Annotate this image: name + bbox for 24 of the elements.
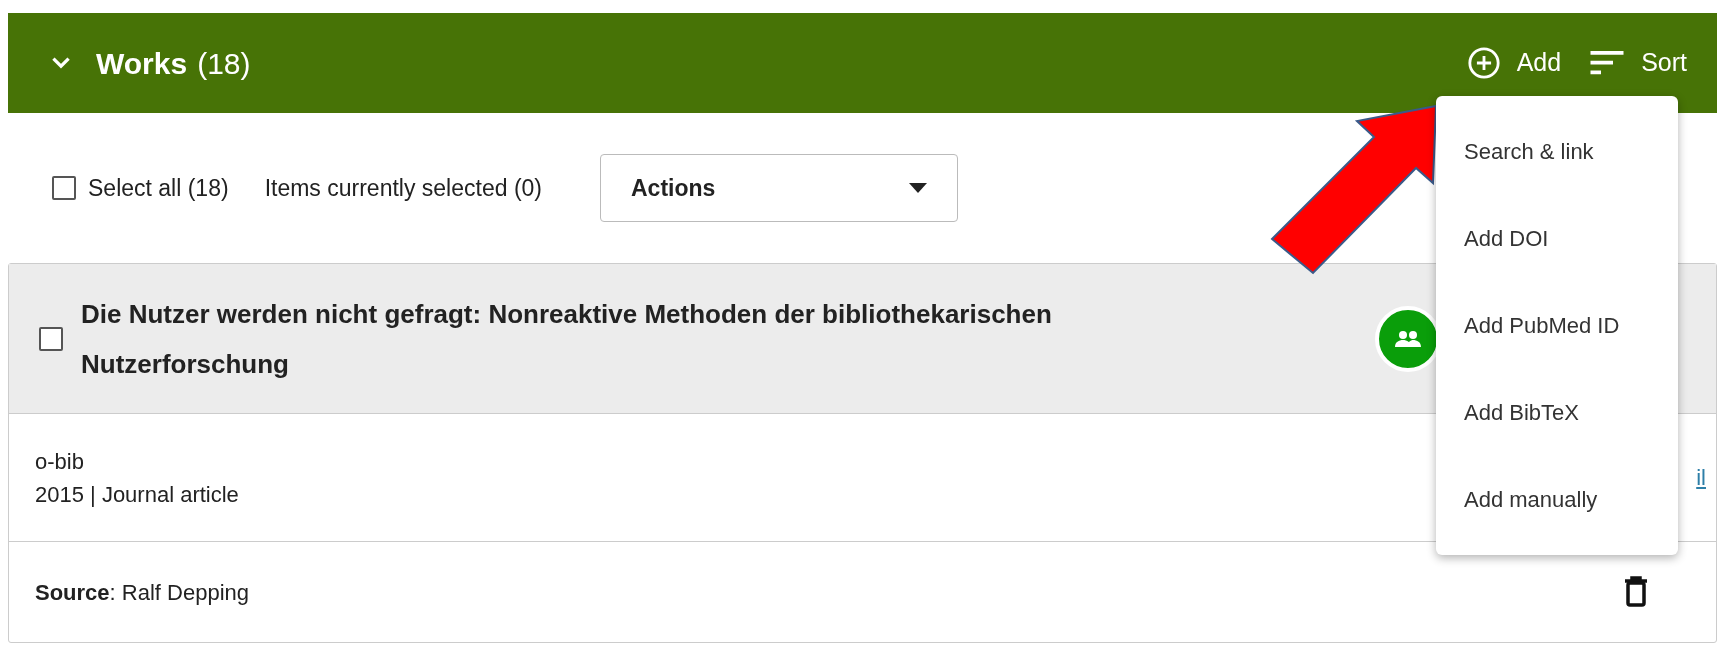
menu-item[interactable]: Add PubMed ID (1436, 282, 1678, 369)
caret-icon (909, 183, 927, 193)
section-count: (18) (197, 45, 251, 82)
people-icon (1394, 331, 1422, 347)
sort-icon (1589, 49, 1626, 77)
actions-dropdown[interactable]: Actions (600, 154, 958, 222)
selected-count-text: Items currently selected (0) (264, 173, 542, 203)
menu-item[interactable]: Add BibTeX (1436, 369, 1678, 456)
menu-item[interactable]: Add DOI (1436, 195, 1678, 282)
add-circle-icon (1466, 46, 1501, 80)
menu-item[interactable]: Search & link (1436, 108, 1678, 195)
checkbox[interactable] (39, 326, 63, 351)
menu-item[interactable]: Add manually (1436, 456, 1678, 543)
sort-button[interactable]: Sort (1589, 44, 1687, 82)
checkbox[interactable] (52, 176, 76, 200)
journal-name: o-bib (35, 447, 85, 476)
add-button[interactable]: Add (1466, 44, 1562, 82)
work-title: Die Nutzer werden nicht gefragt: Nonreaktive Methoden der bibliothekarischen Nutzerforschung (81, 297, 1053, 381)
trash-icon[interactable] (1624, 576, 1648, 608)
select-all-label: Select all (18) (88, 173, 229, 203)
source-text: Source: Ralf Depping (35, 578, 249, 607)
link[interactable]: il (1696, 461, 1706, 494)
work-meta: 2015 | Journal article (35, 480, 239, 509)
section-title: Works (96, 45, 188, 82)
